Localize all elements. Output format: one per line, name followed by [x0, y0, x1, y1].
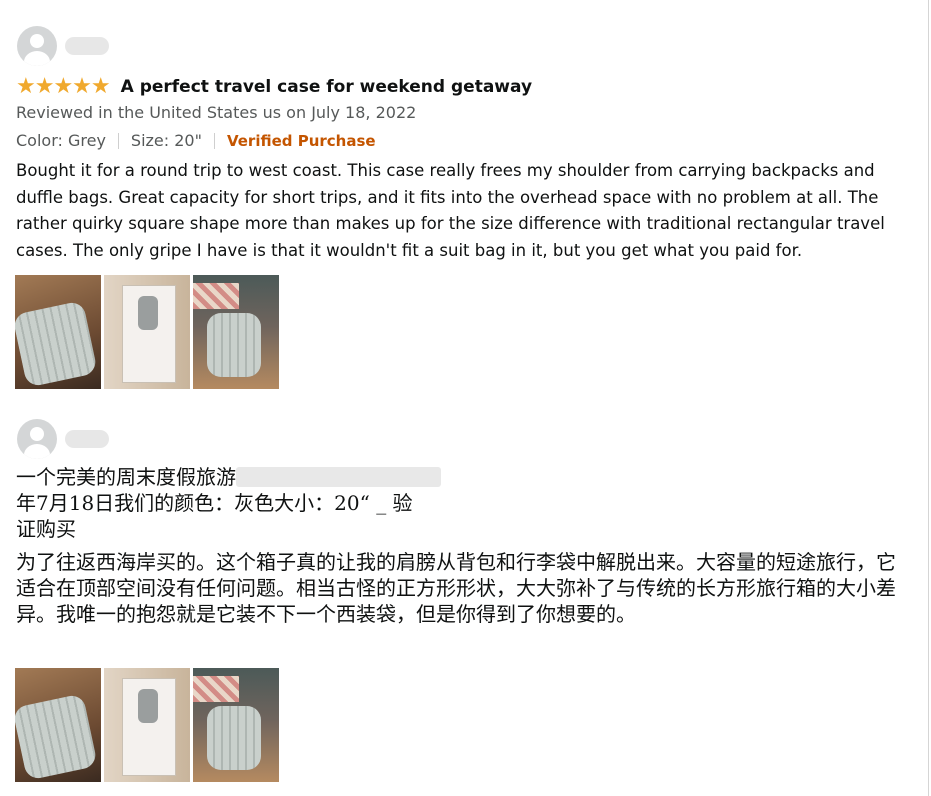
review-card-cn: 一个完美的周末度假旅游 年7月18日我们的颜色：灰色大小：20“ _ 验 证购买… — [0, 412, 925, 796]
review-body: Bought it for a round trip to west coast… — [16, 161, 885, 260]
review-body-cn: 为了往返西海岸买的。这个箱子真的让我的肩膀从背包和行李袋中解脱出来。大容量的短途… — [16, 550, 896, 626]
avatar-placeholder-icon — [17, 26, 57, 66]
review-photo-3[interactable] — [193, 668, 279, 782]
review-photo-2[interactable] — [104, 668, 190, 782]
review-title-row: ★★★★★ A perfect travel case for weekend … — [16, 76, 532, 98]
review-meta-line: 年7月18日我们的颜色：灰色大小：20“ _ 验 — [16, 491, 413, 515]
review-photos — [15, 668, 279, 782]
review-variant-info: Color: Grey Size: 20" Verified Purchase — [16, 131, 376, 150]
review-photo-3[interactable] — [193, 275, 279, 389]
avatar-placeholder-icon — [17, 419, 57, 459]
review-photos — [15, 275, 279, 389]
review-photo-1[interactable] — [15, 275, 101, 389]
review-photo-2[interactable] — [104, 275, 190, 389]
verified-purchase-badge[interactable]: Verified Purchase — [227, 132, 376, 150]
review-title-line1: 一个完美的周末度假旅游 — [16, 465, 236, 489]
review-title[interactable]: A perfect travel case for weekend getawa… — [121, 77, 532, 97]
divider — [213, 132, 215, 149]
reviewer-profile[interactable] — [17, 419, 109, 459]
review-card-en: ★★★★★ A perfect travel case for weekend … — [0, 0, 925, 400]
review-date: Reviewed in the United States us on July… — [16, 103, 417, 122]
divider — [117, 132, 119, 149]
verified-purchase-cn: 证购买 — [16, 517, 76, 541]
review-title-cn: 一个完美的周末度假旅游 年7月18日我们的颜色：灰色大小：20“ _ 验 证购买 — [16, 464, 491, 542]
reviewer-name-blurred — [65, 430, 109, 448]
reviewer-profile[interactable] — [17, 26, 109, 66]
reviewer-name-blurred — [65, 37, 109, 55]
right-border — [928, 0, 929, 796]
redacted-text — [236, 467, 441, 487]
variant-color: Color: Grey — [16, 131, 106, 150]
star-rating: ★★★★★ — [16, 74, 111, 99]
review-photo-1[interactable] — [15, 668, 101, 782]
variant-size: Size: 20" — [130, 131, 202, 150]
